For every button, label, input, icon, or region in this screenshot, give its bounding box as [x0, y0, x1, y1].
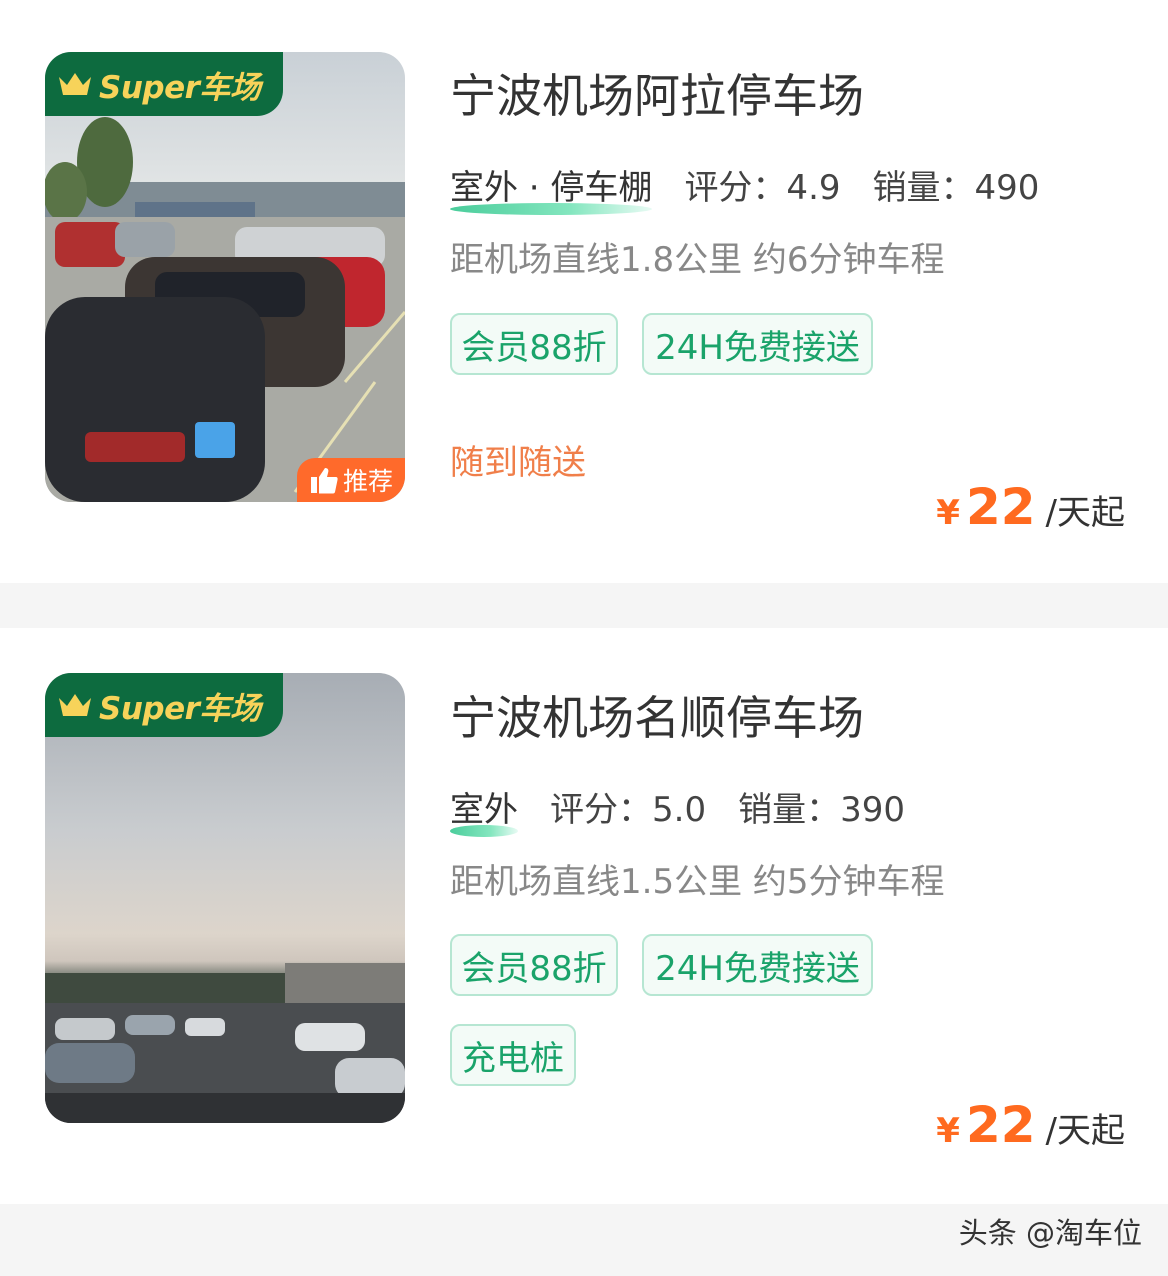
crown-icon [59, 73, 91, 95]
listing-title[interactable]: 宁波机场名顺停车场 [450, 682, 864, 748]
tag-free-shuttle: 24H免费接送 [642, 313, 873, 375]
environment-label: 室外 · 停车棚 [450, 168, 653, 208]
tag-charging-station: 充电桩 [450, 1024, 576, 1086]
listing-card[interactable]: Super车场 宁波机场名顺停车场 室外 评分：5.0 销量：390 距机场直线… [0, 628, 1168, 1204]
price-unit: /天起 [1045, 493, 1125, 533]
delivery-note: 随到随送 [450, 443, 586, 483]
crown-icon [59, 694, 91, 716]
sales-count: 销量：390 [738, 790, 905, 830]
price: ¥ 22 /天起 [936, 1096, 1125, 1154]
price-value: 22 [965, 1096, 1036, 1154]
recommend-badge: 推荐 [297, 458, 405, 502]
parking-lot-image [45, 963, 405, 1123]
sales-count: 销量：490 [872, 168, 1040, 208]
environment-tag: 室外 [450, 782, 518, 837]
parking-lot-image [45, 117, 405, 502]
rating: 评分：5.0 [550, 790, 707, 830]
environment-label: 室外 [450, 790, 518, 830]
listing-card[interactable]: Super车场 推荐 宁波机场阿拉停车场 室外 · 停车棚 评分：4.9 销量：… [0, 0, 1168, 583]
environment-tag: 室外 · 停车棚 [450, 160, 653, 215]
listing-meta: 室外 · 停车棚 评分：4.9 销量：490 [450, 160, 1040, 215]
currency-symbol: ¥ [936, 493, 960, 533]
price-value: 22 [965, 478, 1036, 536]
super-parking-badge: Super车场 [45, 673, 283, 737]
distance-info: 距机场直线1.8公里 约6分钟车程 [450, 240, 945, 280]
thumbs-up-icon [310, 468, 338, 494]
distance-info: 距机场直线1.5公里 约5分钟车程 [450, 862, 945, 902]
currency-symbol: ¥ [936, 1111, 960, 1151]
recommend-label: 推荐 [342, 467, 393, 496]
listing-title[interactable]: 宁波机场阿拉停车场 [450, 60, 864, 126]
tag-member-discount: 会员88折 [450, 313, 618, 375]
watermark: 头条 @淘车位 [958, 1216, 1142, 1250]
price-unit: /天起 [1045, 1111, 1125, 1151]
parking-photo[interactable]: Super车场 推荐 [45, 52, 405, 502]
super-badge-label: Super车场 [99, 69, 261, 106]
rating: 评分：4.9 [684, 168, 841, 208]
tag-free-shuttle: 24H免费接送 [642, 934, 873, 996]
tag-member-discount: 会员88折 [450, 934, 618, 996]
listing-meta: 室外 评分：5.0 销量：390 [450, 782, 905, 837]
super-parking-badge: Super车场 [45, 52, 283, 116]
super-badge-label: Super车场 [99, 690, 261, 727]
parking-photo[interactable]: Super车场 [45, 673, 405, 1123]
price: ¥ 22 /天起 [936, 478, 1125, 536]
